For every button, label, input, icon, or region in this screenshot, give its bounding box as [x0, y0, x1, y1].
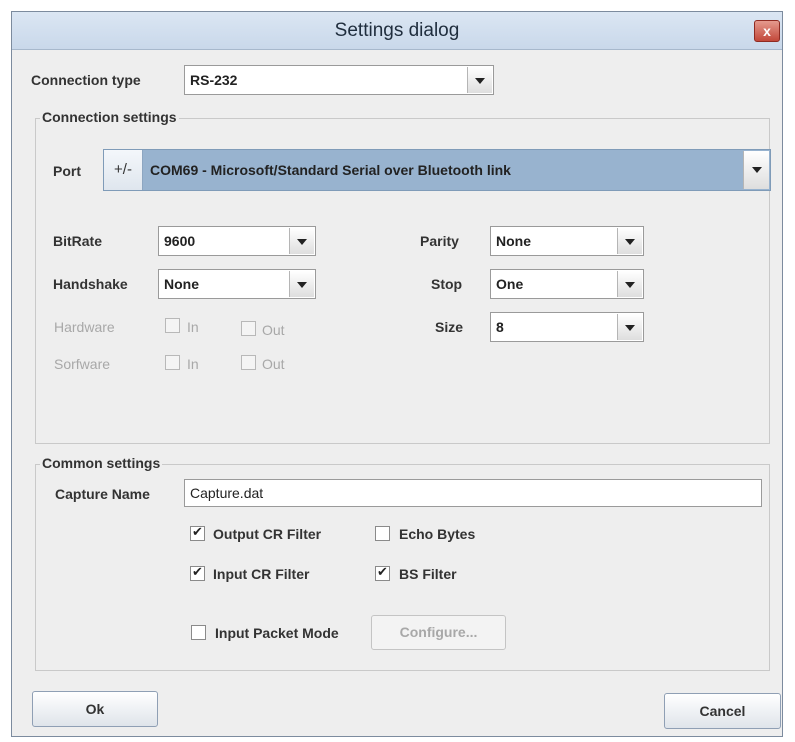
bitrate-label: BitRate	[53, 233, 103, 249]
input-packet-mode-checkbox[interactable]	[191, 625, 206, 640]
chevron-down-icon[interactable]	[743, 151, 769, 189]
stop-label: Stop	[431, 276, 463, 292]
input-packet-mode-label: Input Packet Mode	[215, 625, 339, 641]
dialog-title: Settings dialog	[334, 20, 460, 41]
bitrate-value: 9600	[164, 233, 196, 249]
size-select[interactable]: 8	[490, 312, 644, 342]
handshake-value: None	[164, 276, 199, 292]
software-in-label: In	[187, 356, 199, 372]
port-label: Port	[53, 163, 81, 179]
handshake-label: Handshake	[53, 276, 128, 292]
size-value: 8	[496, 319, 504, 335]
capture-name-input[interactable]	[184, 479, 762, 507]
bs-filter-label: BS Filter	[399, 566, 457, 582]
input-cr-filter-label: Input CR Filter	[213, 566, 310, 582]
connection-type-select[interactable]: RS-232	[184, 65, 494, 95]
port-toggle-button[interactable]: +/-	[104, 150, 143, 190]
software-in-checkbox[interactable]	[165, 355, 180, 370]
connection-type-value: RS-232	[190, 72, 238, 88]
software-label: Sorfware	[54, 356, 111, 372]
chevron-down-icon[interactable]	[617, 314, 642, 340]
hardware-label: Hardware	[54, 319, 115, 335]
capture-name-label: Capture Name	[55, 486, 150, 502]
parity-label: Parity	[420, 233, 459, 249]
connection-settings-title: Connection settings	[40, 109, 179, 125]
hardware-in-label: In	[187, 319, 199, 335]
output-cr-filter-checkbox[interactable]	[190, 524, 205, 541]
configure-button[interactable]: Configure...	[371, 615, 506, 650]
port-select[interactable]: +/- COM69 - Microsoft/Standard Serial ov…	[103, 149, 771, 191]
title-bar: Settings dialog x	[12, 12, 782, 50]
hardware-out-checkbox[interactable]	[241, 321, 256, 336]
cancel-button[interactable]: Cancel	[664, 693, 781, 729]
chevron-down-icon[interactable]	[617, 228, 642, 254]
bs-filter-checkbox[interactable]	[375, 564, 390, 581]
output-cr-filter-label: Output CR Filter	[213, 526, 322, 542]
echo-bytes-checkbox[interactable]	[375, 526, 390, 541]
chevron-down-icon[interactable]	[617, 271, 642, 297]
echo-bytes-label: Echo Bytes	[399, 526, 476, 542]
parity-value: None	[496, 233, 531, 249]
hardware-in-checkbox[interactable]	[165, 318, 180, 333]
ok-button[interactable]: Ok	[32, 691, 158, 727]
bitrate-select[interactable]: 9600	[158, 226, 316, 256]
software-out-label: Out	[262, 356, 285, 372]
handshake-select[interactable]: None	[158, 269, 316, 299]
close-icon[interactable]: x	[754, 20, 780, 42]
connection-type-label: Connection type	[31, 72, 141, 88]
stop-value: One	[496, 276, 524, 292]
hardware-out-label: Out	[262, 322, 285, 338]
stop-select[interactable]: One	[490, 269, 644, 299]
size-label: Size	[435, 319, 464, 335]
chevron-down-icon[interactable]	[289, 228, 314, 254]
settings-dialog: Settings dialog x Connection type RS-232…	[11, 11, 783, 737]
chevron-down-icon[interactable]	[289, 271, 314, 297]
port-value: COM69 - Microsoft/Standard Serial over B…	[150, 162, 511, 178]
software-out-checkbox[interactable]	[241, 355, 256, 370]
parity-select[interactable]: None	[490, 226, 644, 256]
chevron-down-icon[interactable]	[467, 67, 492, 93]
input-cr-filter-checkbox[interactable]	[190, 564, 205, 581]
common-settings-title: Common settings	[40, 455, 163, 471]
